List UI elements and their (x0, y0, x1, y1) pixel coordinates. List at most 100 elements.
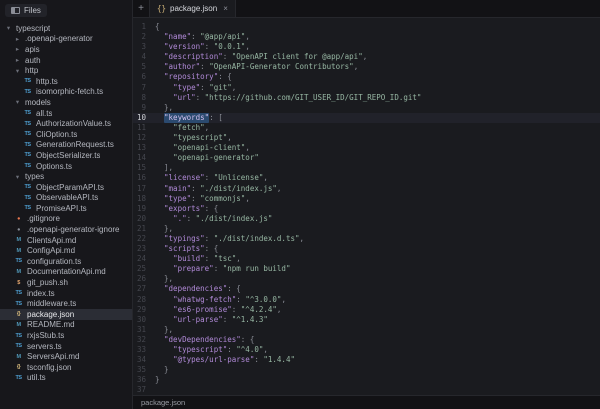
file-tree-item-index.ts[interactable]: TSindex.ts (0, 288, 132, 299)
code-line-24[interactable]: 24 "build": "tsc", (133, 254, 600, 264)
code-line-33[interactable]: 33 "typescript": "^4.0", (133, 345, 600, 355)
file-tree-item-typescript[interactable]: ▾typescript (0, 23, 132, 34)
code-token: "^4.2.4" (241, 305, 277, 315)
code-line-16[interactable]: 16 "license": "Unlicense", (133, 173, 600, 183)
code-line-25[interactable]: 25 "prepare": "npm run build" (133, 264, 600, 274)
code-line-37[interactable]: 37 (133, 385, 600, 395)
file-tree-item-ObjectParamAPI.ts[interactable]: TSObjectParamAPI.ts (0, 182, 132, 193)
file-tree-item-GenerationRequest.ts[interactable]: TSGenerationRequest.ts (0, 140, 132, 151)
code-token (155, 295, 173, 305)
code-token: "1.4.4" (263, 355, 295, 365)
file-tree-item-.openapi-generator-ignore[interactable]: ●.openapi-generator-ignore (0, 224, 132, 235)
code-line-20[interactable]: 20 ".": "./dist/index.js" (133, 214, 600, 224)
file-tree-item-configuration.ts[interactable]: TSconfiguration.ts (0, 256, 132, 267)
file-tree-item-DocumentationApi.md[interactable]: MDocumentationApi.md (0, 267, 132, 278)
code-line-22[interactable]: 22 "typings": "./dist/index.d.ts", (133, 234, 600, 244)
code-line-34[interactable]: 34 "@types/url-parse": "1.4.4" (133, 355, 600, 365)
file-tree-item-ConfigApi.md[interactable]: MConfigApi.md (0, 245, 132, 256)
code-line-8[interactable]: 8 "url": "https://github.com/GIT_USER_ID… (133, 93, 600, 103)
file-tree-item-ClientsApi.md[interactable]: MClientsApi.md (0, 235, 132, 246)
code-line-35[interactable]: 35 } (133, 365, 600, 375)
file-tree-item-.gitignore[interactable]: ●.gitignore (0, 214, 132, 225)
file-tree-item-ServersApi.md[interactable]: MServersApi.md (0, 351, 132, 362)
file-tree-item-models[interactable]: ▾models (0, 97, 132, 108)
file-tree-item-package.json[interactable]: {}package.json (0, 309, 132, 320)
ts-file-icon: TS (14, 301, 23, 307)
code-line-4[interactable]: 4 "description": "OpenAPI client for @ap… (133, 52, 600, 62)
file-tree-item-CliOption.ts[interactable]: TSCliOption.ts (0, 129, 132, 140)
line-number: 12 (133, 133, 155, 143)
line-number: 24 (133, 254, 155, 264)
code-token: , (245, 42, 250, 52)
file-tree-item-servers.ts[interactable]: TSservers.ts (0, 341, 132, 352)
file-tree-item-http[interactable]: ▾http (0, 65, 132, 76)
file-tree-item-types[interactable]: ▾types (0, 171, 132, 182)
code-token: : (227, 345, 236, 355)
code-line-10[interactable]: 10 "keywords": [ (133, 113, 600, 123)
file-tree-item-http.ts[interactable]: TShttp.ts (0, 76, 132, 87)
file-tree-item-ObjectSerializer.ts[interactable]: TSObjectSerializer.ts (0, 150, 132, 161)
code-token: "." (173, 214, 187, 224)
file-tree-item-.openapi-generator[interactable]: ▸.openapi-generator (0, 34, 132, 45)
code-line-9[interactable]: 9 }, (133, 103, 600, 113)
file-tree-item-ObservableAPI.ts[interactable]: TSObservableAPI.ts (0, 193, 132, 204)
code-token: "type" (173, 83, 200, 93)
code-line-19[interactable]: 19 "exports": { (133, 204, 600, 214)
file-name: util.ts (27, 373, 46, 382)
code-line-13[interactable]: 13 "openapi-client", (133, 143, 600, 153)
file-tree-item-auth[interactable]: ▸auth (0, 55, 132, 66)
code-token: "OpenAPI client for @app/api" (232, 52, 363, 62)
files-panel-button[interactable]: Files (5, 4, 47, 17)
new-tab-button[interactable]: + (133, 0, 149, 17)
file-tree-item-rxjsStub.ts[interactable]: TSrxjsStub.ts (0, 330, 132, 341)
code-token: "devDependencies" (164, 335, 241, 345)
code-line-14[interactable]: 14 "openapi-generator" (133, 153, 600, 163)
file-tree-item-README.md[interactable]: MREADME.md (0, 320, 132, 331)
code-line-17[interactable]: 17 "main": "./dist/index.js", (133, 184, 600, 194)
code-line-29[interactable]: 29 "es6-promise": "^4.2.4", (133, 305, 600, 315)
close-tab-icon[interactable]: × (221, 4, 228, 13)
code-line-7[interactable]: 7 "type": "git", (133, 83, 600, 93)
code-line-27[interactable]: 27 "dependencies": { (133, 284, 600, 294)
file-tree-item-middleware.ts[interactable]: TSmiddleware.ts (0, 298, 132, 309)
code-line-18[interactable]: 18 "type": "commonjs", (133, 194, 600, 204)
code-line-28[interactable]: 28 "whatwg-fetch": "^3.0.0", (133, 295, 600, 305)
md-file-icon: M (14, 237, 23, 243)
code-token: : (205, 254, 214, 264)
code-line-36[interactable]: 36} (133, 375, 600, 385)
file-tree-item-isomorphic-fetch.ts[interactable]: TSisomorphic-fetch.ts (0, 87, 132, 98)
file-name: README.md (27, 320, 75, 329)
file-tree-item-apis[interactable]: ▸apis (0, 44, 132, 55)
code-line-11[interactable]: 11 "fetch", (133, 123, 600, 133)
file-tree-item-AuthorizationValue.ts[interactable]: TSAuthorizationValue.ts (0, 118, 132, 129)
code-line-1[interactable]: 1{ (133, 22, 600, 32)
code-line-3[interactable]: 3 "version": "0.0.1", (133, 42, 600, 52)
code-line-12[interactable]: 12 "typescript", (133, 133, 600, 143)
code-line-23[interactable]: 23 "scripts": { (133, 244, 600, 254)
line-number: 15 (133, 163, 155, 173)
git-file-icon: ● (14, 216, 23, 222)
code-line-32[interactable]: 32 "devDependencies": { (133, 335, 600, 345)
code-line-15[interactable]: 15 ], (133, 163, 600, 173)
sidebar-header: Files (0, 0, 132, 20)
file-tree-item-git_push.sh[interactable]: $git_push.sh (0, 277, 132, 288)
code-line-31[interactable]: 31 }, (133, 325, 600, 335)
tab-package-json[interactable]: {} package.json × (149, 0, 236, 17)
code-line-5[interactable]: 5 "author": "OpenAPI-Generator Contribut… (133, 62, 600, 72)
code-line-21[interactable]: 21 }, (133, 224, 600, 234)
file-tree-item-util.ts[interactable]: TSutil.ts (0, 373, 132, 384)
file-tree-item-all.ts[interactable]: TSall.ts (0, 108, 132, 119)
file-name: http (25, 66, 38, 75)
code-line-30[interactable]: 30 "url-parse": "^1.4.3" (133, 315, 600, 325)
file-tree-item-PromiseAPI.ts[interactable]: TSPromiseAPI.ts (0, 203, 132, 214)
code-editor[interactable]: 1{2 "name": "@app/api",3 "version": "0.0… (133, 18, 600, 395)
file-tree-item-Options.ts[interactable]: TSOptions.ts (0, 161, 132, 172)
file-tree-item-tsconfig.json[interactable]: {}tsconfig.json (0, 362, 132, 373)
code-line-2[interactable]: 2 "name": "@app/api", (133, 32, 600, 42)
statusbar-file-label: package.json (141, 398, 185, 407)
code-line-26[interactable]: 26 }, (133, 274, 600, 284)
code-line-6[interactable]: 6 "repository": { (133, 72, 600, 82)
code-token (155, 153, 173, 163)
code-token: , (277, 305, 282, 315)
ts-file-icon: TS (23, 184, 32, 190)
